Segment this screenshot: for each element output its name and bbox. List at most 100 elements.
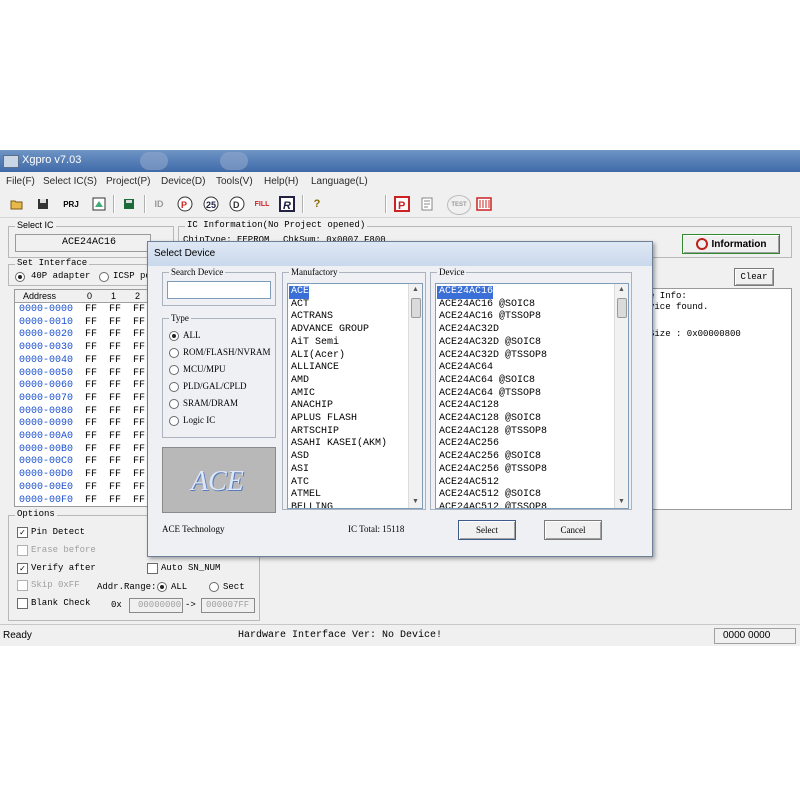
device-item[interactable]: ACE24AC64 @SOIC8	[439, 375, 535, 388]
device-item[interactable]: ACE24AC512	[439, 477, 499, 490]
manufactory-item[interactable]: ALI(Acer)	[291, 350, 345, 363]
hex-cell[interactable]: FF	[109, 482, 121, 493]
hex-cell[interactable]: FF	[109, 456, 121, 467]
device-item[interactable]: ACE24AC512 @SOIC8	[439, 489, 541, 502]
fill-icon[interactable]: FILL	[252, 195, 272, 213]
device-item[interactable]: ACE24AC256 @SOIC8	[439, 451, 541, 464]
device-item[interactable]: ACE24AC16 @SOIC8	[439, 299, 535, 312]
hex-cell[interactable]: FF	[133, 469, 145, 480]
hex-buffer-table[interactable]: Address 0 1 2 0000-0000 FF FF FF 0000-0010 FF…	[14, 289, 152, 507]
menu-select-ic[interactable]: Select IC(S)	[43, 176, 97, 187]
hex-cell[interactable]: FF	[85, 329, 97, 340]
hex-cell[interactable]: FF	[109, 431, 121, 442]
save-project-icon[interactable]	[90, 195, 108, 213]
manufactory-item[interactable]: APLUS FLASH	[291, 413, 357, 426]
hex-cell[interactable]: FF	[85, 456, 97, 467]
manufactory-item[interactable]: ACE	[289, 286, 310, 299]
hex-cell[interactable]: FF	[109, 368, 121, 379]
manufactory-item[interactable]: AMD	[291, 375, 309, 388]
hex-cell[interactable]: FF	[133, 444, 145, 455]
addr-to-field[interactable]: 000007FF	[201, 598, 255, 613]
device-item[interactable]: ACE24AC64 @TSSOP8	[439, 388, 541, 401]
type-radio-sram-dram[interactable]	[169, 399, 179, 409]
hex-cell[interactable]: FF	[133, 355, 145, 366]
hex-cell[interactable]: FF	[85, 495, 97, 506]
erase-icon[interactable]: 25	[202, 195, 220, 213]
test-icon[interactable]: TEST	[447, 195, 471, 215]
hex-cell[interactable]: FF	[109, 329, 121, 340]
hex-cell[interactable]: FF	[109, 317, 121, 328]
manufactory-item[interactable]: ATC	[291, 477, 309, 490]
project-icon[interactable]: PRJ	[62, 195, 80, 213]
search-device-input[interactable]	[167, 281, 271, 299]
manufactory-item[interactable]: ATMEL	[291, 489, 321, 502]
scroll-thumb[interactable]	[617, 298, 627, 318]
manufactory-item[interactable]: AiT Semi	[291, 337, 339, 350]
type-radio-mcu-mpu[interactable]	[169, 365, 179, 375]
verify-after-checkbox[interactable]: ✓	[17, 563, 28, 574]
device-item[interactable]: ACE24AC512 @TSSOP8	[439, 502, 547, 508]
addr-from-field[interactable]: 00000000	[129, 598, 183, 613]
hex-cell[interactable]: FF	[109, 355, 121, 366]
type-radio-pld-gal-cpld[interactable]	[169, 382, 179, 392]
addr-range-all-radio[interactable]	[157, 582, 167, 592]
production-mode-icon[interactable]: P	[393, 195, 411, 213]
hex-cell[interactable]: FF	[85, 482, 97, 493]
hex-cell[interactable]: FF	[133, 406, 145, 417]
hex-cell[interactable]: FF	[85, 406, 97, 417]
device-item[interactable]: ACE24AC64	[439, 362, 493, 375]
scroll-up-icon[interactable]: ▲	[409, 284, 422, 296]
hex-cell[interactable]: FF	[133, 431, 145, 442]
manufactory-item[interactable]: ASAHI KASEI(AKM)	[291, 438, 387, 451]
device-item[interactable]: ACE24AC128	[439, 400, 499, 413]
hex-cell[interactable]: FF	[109, 304, 121, 315]
hex-cell[interactable]: FF	[109, 380, 121, 391]
hex-cell[interactable]: FF	[109, 444, 121, 455]
hex-cell[interactable]: FF	[133, 317, 145, 328]
hex-cell[interactable]: FF	[109, 406, 121, 417]
save-file-icon[interactable]	[120, 195, 138, 213]
device-item[interactable]: ACE24AC16	[437, 286, 494, 299]
device-item[interactable]: ACE24AC256 @TSSOP8	[439, 464, 547, 477]
device-item[interactable]: ACE24AC32D @SOIC8	[439, 337, 541, 350]
help-icon[interactable]: ?	[308, 195, 326, 213]
manufactory-item[interactable]: ADVANCE GROUP	[291, 324, 369, 337]
skip-ff-checkbox[interactable]	[17, 580, 28, 591]
manufactory-item[interactable]: ACTRANS	[291, 311, 333, 324]
manufactory-item[interactable]: AMIC	[291, 388, 315, 401]
hex-cell[interactable]: FF	[133, 418, 145, 429]
hex-cell[interactable]: FF	[133, 304, 145, 315]
hex-cell[interactable]: FF	[85, 469, 97, 480]
hex-cell[interactable]: FF	[85, 380, 97, 391]
device-scrollbar[interactable]: ▲ ▼	[614, 284, 628, 508]
hex-cell[interactable]: FF	[85, 418, 97, 429]
manufactory-scrollbar[interactable]: ▲ ▼	[408, 284, 422, 508]
menu-file[interactable]: File(F)	[6, 176, 35, 187]
type-radio-logic-ic[interactable]	[169, 416, 179, 426]
hex-cell[interactable]: FF	[109, 342, 121, 353]
open-folder-icon[interactable]	[8, 195, 26, 213]
hex-cell[interactable]: FF	[85, 355, 97, 366]
type-radio-rom-flash-nvram[interactable]	[169, 348, 179, 358]
logic-test-icon[interactable]	[475, 195, 493, 213]
interface-icsp-radio[interactable]	[99, 272, 109, 282]
scroll-down-icon[interactable]: ▼	[615, 496, 628, 508]
hex-cell[interactable]: FF	[133, 495, 145, 506]
manufactory-item[interactable]: ALLIANCE	[291, 362, 339, 375]
manufactory-list[interactable]: ACE ACT ACTRANS ADVANCE GROUP AiT Semi ALI(Ac…	[287, 283, 423, 509]
select-button[interactable]: Select	[458, 520, 516, 540]
hex-cell[interactable]: FF	[133, 329, 145, 340]
program-icon[interactable]: P	[176, 195, 194, 213]
save-icon[interactable]	[34, 195, 52, 213]
read-id-icon[interactable]: ID	[150, 195, 168, 213]
hex-cell[interactable]: FF	[133, 482, 145, 493]
manufactory-item[interactable]: ACT	[291, 299, 309, 312]
device-item[interactable]: ACE24AC32D @TSSOP8	[439, 350, 547, 363]
scroll-down-icon[interactable]: ▼	[409, 496, 422, 508]
menu-tools[interactable]: Tools(V)	[216, 176, 253, 187]
pin-detect-checkbox[interactable]: ✓	[17, 527, 28, 538]
menu-help[interactable]: Help(H)	[264, 176, 298, 187]
device-item[interactable]: ACE24AC128 @TSSOP8	[439, 426, 547, 439]
hex-cell[interactable]: FF	[85, 317, 97, 328]
manufactory-item[interactable]: BELLING	[291, 502, 333, 508]
